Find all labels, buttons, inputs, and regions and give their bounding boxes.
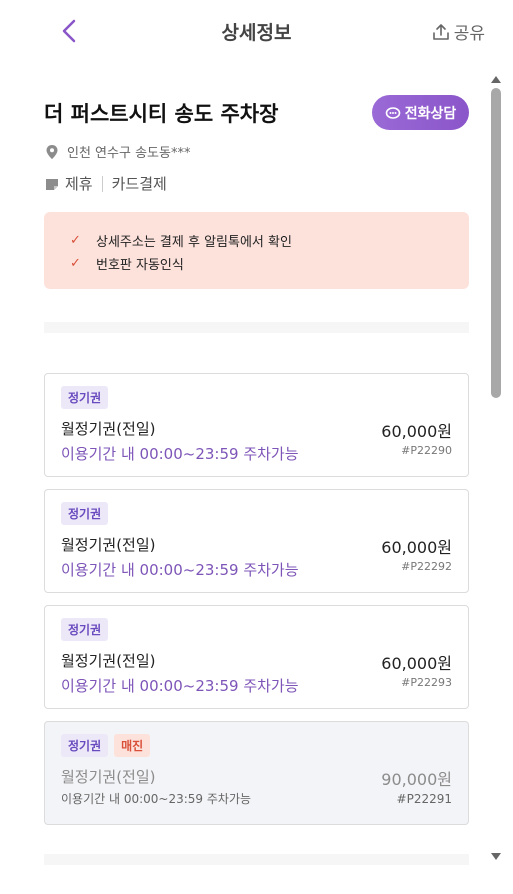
notice-box: ✓ 상세주소는 결제 후 알림톡에서 확인 ✓ 번호판 자동인식 bbox=[44, 212, 469, 289]
ticket-badges: 정기권 bbox=[61, 502, 109, 525]
notice-text: 상세주소는 결제 후 알림톡에서 확인 bbox=[96, 235, 292, 250]
soldout-badge: 매진 bbox=[114, 734, 151, 757]
ticket-name: 월정기권(전일) bbox=[61, 536, 156, 554]
tag-divider bbox=[101, 175, 103, 192]
share-button[interactable]: 공유 bbox=[432, 19, 485, 44]
scroll-thumb[interactable] bbox=[491, 88, 501, 398]
period-badge: 정기권 bbox=[61, 502, 109, 525]
ticket-card[interactable]: 정기권 월정기권(전일) 60,000원 이용기간 내 00:00~23:59 … bbox=[44, 373, 469, 477]
phone-chat-icon bbox=[385, 106, 401, 119]
call-consult-button[interactable]: 전화상담 bbox=[372, 95, 469, 130]
ticket-description: 이용기간 내 00:00~23:59 주차가능 bbox=[61, 561, 299, 579]
ticket-badges: 정기권 bbox=[61, 618, 109, 641]
lot-name: 더 퍼스트시티 송도 주차장 bbox=[44, 102, 279, 126]
card-icon bbox=[46, 178, 58, 190]
ticket-price: 60,000원 bbox=[381, 422, 452, 441]
location-pin-icon bbox=[46, 144, 58, 159]
ticket-price: 60,000원 bbox=[381, 538, 452, 557]
notice-text: 번호판 자동인식 bbox=[96, 258, 184, 273]
scrollbar[interactable] bbox=[490, 72, 504, 864]
address-text: 인천 연수구 송도동*** bbox=[67, 146, 191, 161]
share-icon bbox=[432, 23, 449, 40]
scroll-up-arrow-icon[interactable] bbox=[491, 76, 501, 83]
period-badge: 정기권 bbox=[61, 734, 109, 757]
ticket-name: 월정기권(전일) bbox=[61, 652, 156, 670]
check-icon: ✓ bbox=[70, 256, 81, 271]
ticket-name: 월정기권(전일) bbox=[61, 768, 156, 786]
feature-tags: 제휴 카드결제 bbox=[45, 173, 167, 194]
header: 상세정보 공유 bbox=[0, 0, 513, 62]
share-label: 공유 bbox=[453, 24, 485, 44]
ticket-code: #P22292 bbox=[401, 560, 452, 573]
ticket-name: 월정기권(전일) bbox=[61, 420, 156, 438]
ticket-code: #P22293 bbox=[401, 676, 452, 689]
tag-partner: 제휴 bbox=[65, 175, 93, 193]
ticket-description: 이용기간 내 00:00~23:59 주차가능 bbox=[61, 677, 299, 695]
period-badge: 정기권 bbox=[61, 618, 109, 641]
ticket-code: #P22291 bbox=[396, 792, 452, 806]
detail-content[interactable]: 더 퍼스트시티 송도 주차장 전화상담 인천 연수구 송도동*** 제휴 카드결… bbox=[0, 62, 490, 894]
ticket-description: 이용기간 내 00:00~23:59 주차가능 bbox=[61, 792, 252, 806]
tag-card-payment: 카드결제 bbox=[111, 175, 167, 193]
ticket-code: #P22290 bbox=[401, 444, 452, 457]
check-icon: ✓ bbox=[70, 233, 81, 248]
ticket-price: 90,000원 bbox=[381, 770, 452, 789]
period-badge: 정기권 bbox=[61, 386, 109, 409]
section-divider bbox=[44, 322, 469, 333]
notice-item: ✓ 번호판 자동인식 bbox=[70, 252, 469, 275]
ticket-badges: 정기권 bbox=[61, 386, 109, 409]
ticket-price: 60,000원 bbox=[381, 654, 452, 673]
ticket-card[interactable]: 정기권 월정기권(전일) 60,000원 이용기간 내 00:00~23:59 … bbox=[44, 489, 469, 593]
ticket-description: 이용기간 내 00:00~23:59 주차가능 bbox=[61, 445, 299, 463]
address-row: 인천 연수구 송도동*** bbox=[45, 142, 190, 161]
ticket-card[interactable]: 정기권 월정기권(전일) 60,000원 이용기간 내 00:00~23:59 … bbox=[44, 605, 469, 709]
ticket-card-soldout: 정기권 매진 월정기권(전일) 90,000원 이용기간 내 00:00~23:… bbox=[44, 721, 469, 825]
call-consult-label: 전화상담 bbox=[404, 105, 457, 122]
section-divider bbox=[44, 854, 469, 865]
notice-item: ✓ 상세주소는 결제 후 알림톡에서 확인 bbox=[70, 229, 469, 252]
ticket-badges: 정기권 매진 bbox=[61, 734, 151, 757]
scroll-down-arrow-icon[interactable] bbox=[491, 853, 501, 860]
